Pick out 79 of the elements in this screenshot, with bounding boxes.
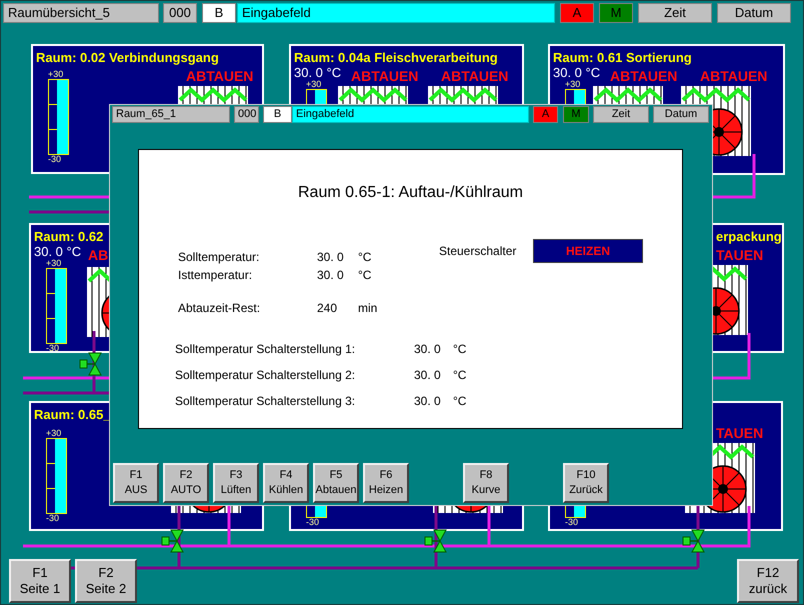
field-label: Solltemperatur Schalterstellung 1: — [175, 342, 356, 356]
status-label: ABTAUEN — [186, 68, 254, 84]
function-key-button[interactable]: F3 Lüften — [213, 463, 259, 503]
temperature-reading: 30. 0 °C — [294, 65, 342, 80]
function-key-button[interactable]: F5 Abtauen — [313, 463, 359, 503]
time-display: Zeit — [638, 3, 712, 23]
function-key-button[interactable]: F12 zurück — [737, 559, 799, 603]
unit-label: °C — [453, 368, 466, 382]
scale-label: +30 — [565, 80, 580, 89]
room-title: Raum: 0.65_ — [34, 407, 111, 422]
function-key-button[interactable]: F1 Seite 1 — [9, 559, 71, 603]
function-key-button[interactable]: F1 AUS — [113, 463, 159, 503]
field-label: Solltemperatur: — [178, 250, 260, 264]
field-value: 240 — [317, 301, 338, 315]
scale-label: -30 — [48, 155, 62, 164]
date-display: Datum — [653, 106, 709, 123]
status-label: TAUEN — [716, 425, 764, 441]
valve-icon — [424, 529, 448, 553]
mode-field[interactable]: B — [263, 106, 292, 123]
field-label: Abtauzeit-Rest: — [178, 301, 262, 315]
field-label: Steuerschalter — [439, 244, 518, 258]
input-field[interactable]: Eingabefeld — [292, 106, 529, 123]
field-label: Solltemperatur Schalterstellung 2: — [175, 368, 356, 382]
status-label: ABTAUEN — [700, 68, 768, 84]
counter-display: 000 — [234, 106, 259, 123]
temperature-reading: 30. 0 °C — [34, 244, 82, 259]
unit-label: °C — [358, 268, 372, 282]
field-value: 30. 0 — [414, 394, 442, 408]
status-label: ABTAUEN — [441, 68, 508, 84]
field-value: 30. 0 — [317, 268, 345, 282]
screen-title: Raumübersicht_5 — [3, 3, 159, 23]
scale-label: -30 — [306, 518, 320, 527]
status-label: ABTAUEN — [351, 68, 418, 84]
function-key-button[interactable]: F10 Zurück — [563, 463, 609, 503]
scale-label: +30 — [46, 429, 62, 438]
status-indicator: A — [533, 106, 558, 123]
function-key-button[interactable]: F2 AUTO — [163, 463, 209, 503]
field-value: 30. 0 — [414, 368, 442, 382]
room-title: erpackung — [716, 229, 782, 244]
unit-label: min — [358, 301, 378, 315]
scale-label: +30 — [48, 70, 64, 79]
scale-label: -30 — [565, 518, 578, 527]
scale-label: +30 — [46, 259, 62, 268]
screen-title: Raum_65_1 — [112, 106, 230, 123]
function-key-button[interactable]: F2 Seite 2 — [75, 559, 137, 603]
status-label: ABTAUEN — [610, 68, 678, 84]
unit-label: °C — [453, 394, 466, 408]
valve-icon — [682, 529, 706, 553]
status-label: TAUEN — [716, 247, 764, 263]
scale-label: +30 — [306, 80, 322, 89]
time-display: Zeit — [593, 106, 649, 123]
status-label: AB — [88, 247, 108, 263]
input-field[interactable]: Eingabefeld — [237, 3, 555, 23]
field-label: Isttemperatur: — [178, 268, 254, 282]
valve-icon — [161, 529, 185, 553]
counter-display: 000 — [163, 3, 197, 23]
status-indicator: A — [560, 3, 594, 23]
field-value: 30. 0 — [414, 342, 442, 356]
function-key-button[interactable]: F6 Heizen — [363, 463, 409, 503]
status-indicator: M — [599, 3, 633, 23]
field-label: Solltemperatur Schalterstellung 3: — [175, 394, 356, 408]
room-title: Raum: 0.61 Sortierung — [553, 50, 692, 65]
scale-label: -30 — [46, 344, 60, 353]
room-title: Raum: 0.02 Verbindungsgang — [36, 50, 219, 65]
date-display: Datum — [717, 3, 791, 23]
valve-icon — [79, 352, 103, 376]
unit-label: °C — [453, 342, 466, 356]
dialog-title: Raum 0.65-1: Auftau-/Kühlraum — [296, 183, 524, 203]
function-key-button[interactable]: F8 Kurve — [463, 463, 509, 503]
unit-label: °C — [358, 250, 372, 264]
scale-label: -30 — [46, 514, 60, 523]
status-indicator: M — [563, 106, 589, 123]
room-title: Raum: 0.04a Fleischverarbeitung — [294, 50, 498, 65]
switch-state-display: HEIZEN — [533, 239, 643, 263]
room-title: Raum: 0.62 — [34, 229, 104, 244]
mode-field[interactable]: B — [202, 3, 236, 23]
field-value: 30. 0 — [317, 250, 345, 264]
temperature-reading: 30. 0 °C — [553, 65, 600, 80]
function-key-button[interactable]: F4 Kühlen — [263, 463, 309, 503]
